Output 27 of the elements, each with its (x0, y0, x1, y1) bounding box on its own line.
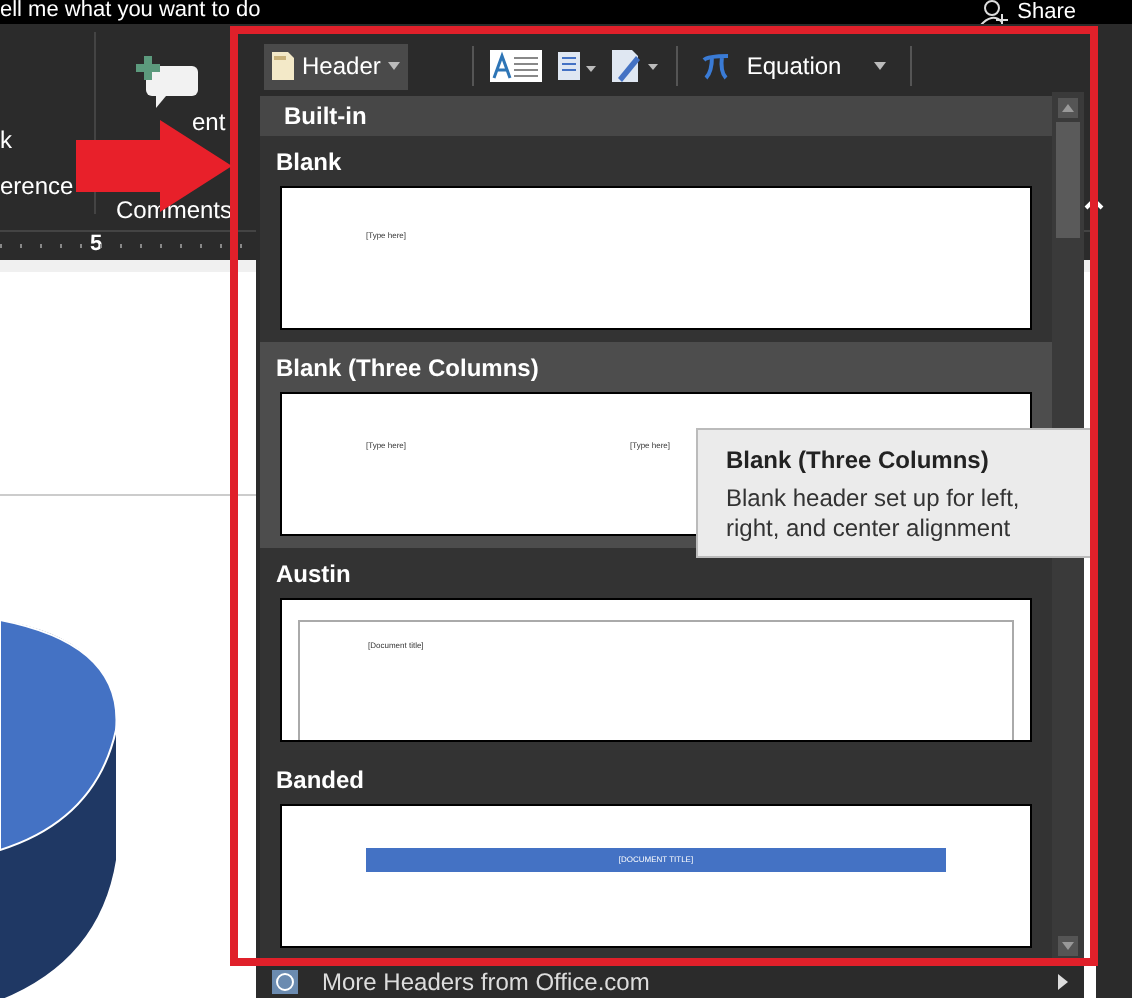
ribbon-label[interactable]: k (0, 122, 12, 158)
caret-icon (388, 62, 401, 70)
collapse-icon[interactable] (1084, 196, 1104, 210)
share-button[interactable]: Share (1017, 2, 1076, 24)
caret-icon (1058, 973, 1068, 989)
ribbon-label[interactable]: erence (0, 168, 74, 204)
signature-icon[interactable] (612, 50, 661, 82)
comment-button[interactable]: ent (192, 104, 226, 140)
scroll-thumb[interactable] (1056, 122, 1080, 238)
pi-icon (702, 53, 731, 79)
search-hint[interactable]: ell me what you want to do (0, 0, 261, 22)
person-add-icon[interactable] (977, 0, 1010, 26)
tooltip-text: Blank header set up for left, right, and center alignment (726, 484, 1022, 544)
equation-button[interactable]: Equation (694, 43, 894, 89)
more-headers-link[interactable]: More Headers from Office.com (322, 963, 650, 998)
text-box-icon[interactable] (490, 50, 543, 82)
group-label: Comments (116, 194, 233, 228)
tooltip-title: Blank (Three Columns) (726, 444, 991, 478)
globe-icon (272, 969, 298, 993)
quick-parts-icon[interactable] (558, 52, 597, 80)
header-button[interactable]: Header (264, 43, 409, 89)
scroll-down-icon[interactable] (1058, 936, 1078, 956)
caret-icon (873, 62, 886, 70)
page-icon (272, 52, 294, 80)
category-heading: Built-in (260, 96, 1052, 136)
scroll-up-icon[interactable] (1058, 98, 1078, 118)
comment-plus-icon[interactable] (136, 56, 200, 108)
